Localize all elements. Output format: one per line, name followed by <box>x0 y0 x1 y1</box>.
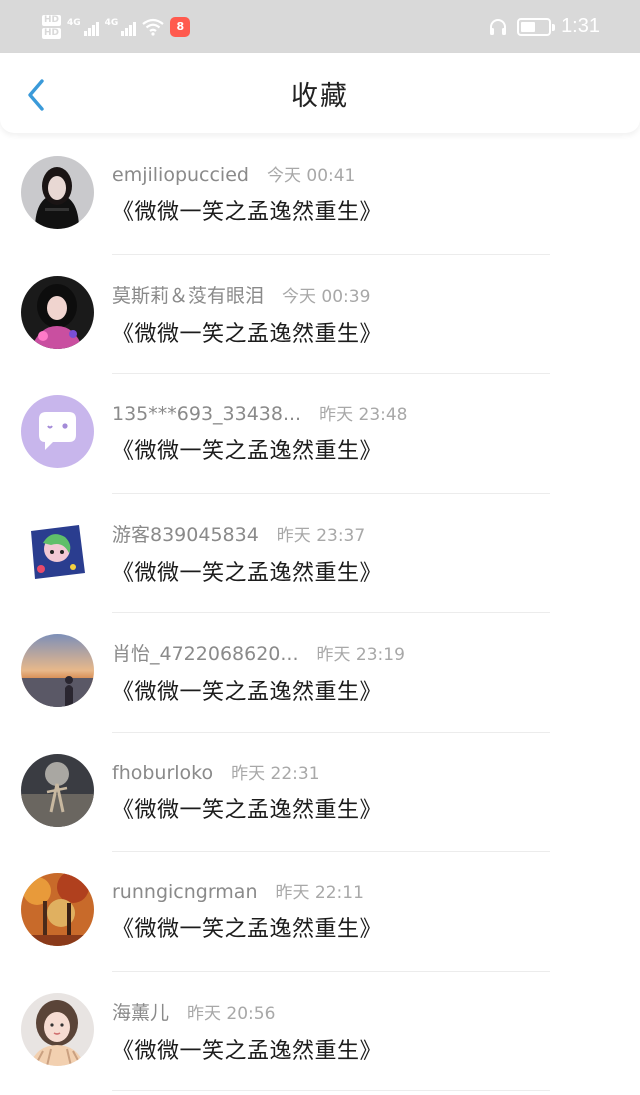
item-text: 135***693_33438... 昨天 23:48 《微微一笑之孟逸然重生》 <box>112 400 408 465</box>
avatar[interactable] <box>21 753 94 827</box>
list-item[interactable]: runngicngrman 昨天 22:11 《微微一笑之孟逸然重生》 <box>0 852 640 972</box>
avatar[interactable] <box>21 873 94 946</box>
meta-line: fhoburloko 昨天 22:31 <box>112 759 382 784</box>
list-item[interactable]: emjiliopuccied 今天 00:41 《微微一笑之孟逸然重生》 <box>0 135 640 255</box>
book-title[interactable]: 《微微一笑之孟逸然重生》 <box>112 194 382 226</box>
book-title[interactable]: 《微微一笑之孟逸然重生》 <box>112 674 405 706</box>
list-item[interactable]: fhoburloko 昨天 22:31 《微微一笑之孟逸然重生》 <box>0 733 640 852</box>
list-item[interactable]: 肖怡_4722068620... 昨天 23:19 《微微一笑之孟逸然重生》 <box>0 613 640 733</box>
username[interactable]: emjiliopuccied <box>112 164 249 186</box>
book-title[interactable]: 《微微一笑之孟逸然重生》 <box>112 555 382 587</box>
book-title[interactable]: 《微微一笑之孟逸然重生》 <box>112 911 382 943</box>
page-title: 收藏 <box>291 80 349 112</box>
item-text: 莫斯莉＆莈有眼泪 今天 00:39 《微微一笑之孟逸然重生》 <box>112 281 382 348</box>
meta-line: 海薰儿 昨天 20:56 <box>112 998 382 1025</box>
list-item[interactable]: 135***693_33438... 昨天 23:48 《微微一笑之孟逸然重生》 <box>0 374 640 494</box>
back-button[interactable] <box>16 75 56 115</box>
signal-icon: 4G <box>67 18 99 36</box>
username[interactable]: 莫斯莉＆莈有眼泪 <box>112 281 264 308</box>
timestamp: 昨天 22:31 <box>231 763 320 784</box>
avatar[interactable] <box>21 992 94 1066</box>
username[interactable]: 游客839045834 <box>112 520 259 547</box>
chevron-left-icon <box>28 79 44 111</box>
avatar[interactable] <box>21 634 94 707</box>
list-item[interactable]: 海薰儿 昨天 20:56 《微微一笑之孟逸然重生》 <box>0 972 640 1091</box>
item-text: 海薰儿 昨天 20:56 《微微一笑之孟逸然重生》 <box>112 998 382 1065</box>
hd-label: HD <box>42 14 62 26</box>
item-text: 肖怡_4722068620... 昨天 23:19 《微微一笑之孟逸然重生》 <box>112 639 405 706</box>
status-left: HD HD 4G 4G 8 <box>42 14 191 39</box>
avatar[interactable] <box>21 156 94 229</box>
timestamp: 今天 00:41 <box>266 166 356 186</box>
meta-line: 游客839045834 昨天 23:37 <box>112 520 382 547</box>
signal-icon: 4G <box>105 18 137 36</box>
status-bar: HD HD 4G 4G 8 1:31 <box>0 0 640 53</box>
book-title[interactable]: 《微微一笑之孟逸然重生》 <box>112 1033 382 1065</box>
timestamp: 昨天 23:37 <box>276 525 366 546</box>
meta-line: 135***693_33438... 昨天 23:48 <box>112 400 408 425</box>
timestamp: 昨天 22:11 <box>275 883 364 903</box>
divider <box>112 1090 550 1091</box>
username[interactable]: runngicngrman <box>112 881 258 903</box>
headphone-icon <box>490 18 507 35</box>
book-title[interactable]: 《微微一笑之孟逸然重生》 <box>112 433 408 465</box>
item-text: fhoburloko 昨天 22:31 《微微一笑之孟逸然重生》 <box>112 759 382 824</box>
nav-bar: 收藏 <box>0 53 640 133</box>
app-notification-icon: 8 <box>170 16 191 37</box>
timestamp: 昨天 23:48 <box>319 405 408 425</box>
signal-label: 4G <box>104 17 119 28</box>
meta-line: 肖怡_4722068620... 昨天 23:19 <box>112 639 405 666</box>
hd-icon: HD HD <box>42 14 62 39</box>
timestamp: 昨天 23:19 <box>316 645 405 665</box>
item-text: runngicngrman 昨天 22:11 《微微一笑之孟逸然重生》 <box>112 878 382 943</box>
avatar[interactable] <box>21 395 94 468</box>
avatar[interactable] <box>21 514 94 588</box>
username[interactable]: fhoburloko <box>112 762 213 784</box>
wifi-icon <box>142 18 165 36</box>
meta-line: runngicngrman 昨天 22:11 <box>112 878 382 903</box>
status-time: 1:31 <box>561 15 600 37</box>
username[interactable]: 135***693_33438... <box>112 403 301 425</box>
meta-line: 莫斯莉＆莈有眼泪 今天 00:39 <box>112 281 382 308</box>
list-item[interactable]: 莫斯莉＆莈有眼泪 今天 00:39 《微微一笑之孟逸然重生》 <box>0 255 640 374</box>
item-text: 游客839045834 昨天 23:37 《微微一笑之孟逸然重生》 <box>112 520 382 587</box>
avatar[interactable] <box>21 275 94 349</box>
timestamp: 昨天 20:56 <box>187 1003 276 1024</box>
app-badge-label: 8 <box>176 20 185 33</box>
book-title[interactable]: 《微微一笑之孟逸然重生》 <box>112 792 382 824</box>
battery-icon <box>517 17 556 36</box>
status-right: 1:31 <box>489 15 600 38</box>
meta-line: emjiliopuccied 今天 00:41 <box>112 161 382 186</box>
list-item[interactable]: 游客839045834 昨天 23:37 《微微一笑之孟逸然重生》 <box>0 494 640 613</box>
item-text: emjiliopuccied 今天 00:41 《微微一笑之孟逸然重生》 <box>112 161 382 226</box>
timestamp: 今天 00:39 <box>282 286 371 307</box>
hd-label: HD <box>42 27 62 39</box>
book-title[interactable]: 《微微一笑之孟逸然重生》 <box>112 316 382 348</box>
battery-level <box>521 21 536 32</box>
username[interactable]: 海薰儿 <box>112 998 169 1025</box>
favorites-list: emjiliopuccied 今天 00:41 《微微一笑之孟逸然重生》 莫斯莉＆莈有… <box>0 135 640 1091</box>
signal-label: 4G <box>67 17 81 28</box>
username[interactable]: 肖怡_4722068620... <box>112 639 299 666</box>
